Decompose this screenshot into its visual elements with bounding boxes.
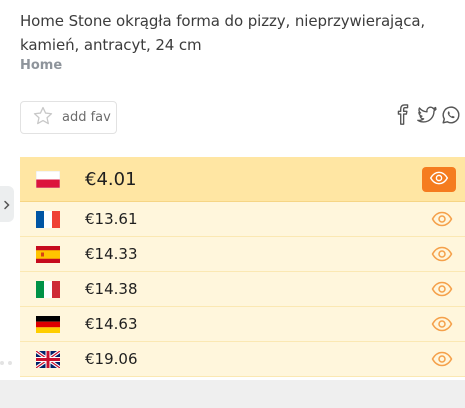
price-row[interactable]: €14.33: [20, 237, 465, 272]
view-offer-button[interactable]: [422, 166, 456, 192]
eye-icon[interactable]: [431, 246, 453, 262]
price-value: €14.63: [85, 315, 138, 333]
eye-icon[interactable]: [431, 351, 453, 367]
whatsapp-icon: [440, 104, 462, 130]
eye-icon[interactable]: [431, 316, 453, 332]
uk-flag-icon: [36, 350, 60, 368]
expand-panel-tab[interactable]: [0, 186, 14, 222]
price-value: €14.33: [85, 245, 138, 263]
eye-icon[interactable]: [431, 281, 453, 297]
france-flag-icon: [36, 210, 60, 228]
poland-flag-icon: [36, 170, 60, 188]
chevron-right-icon: [3, 195, 11, 214]
germany-flag-icon: [36, 315, 60, 333]
price-row[interactable]: €14.63: [20, 307, 465, 342]
carousel-dot[interactable]: [0, 361, 4, 365]
add-fav-label: add fav: [62, 110, 111, 125]
price-row[interactable]: €4.01: [20, 157, 465, 202]
price-value: €4.01: [85, 168, 137, 190]
carousel-dot[interactable]: [8, 361, 12, 365]
carousel-dots: [0, 361, 12, 365]
price-comparison-list: €4.01 €13.61 €14.33 €14.38 €14.63 €19.06: [20, 157, 465, 377]
page-bottom-band: [0, 380, 465, 408]
facebook-icon: [392, 104, 414, 130]
add-fav-button[interactable]: add fav: [20, 101, 117, 134]
twitter-icon: [416, 104, 438, 130]
price-row[interactable]: €13.61: [20, 202, 465, 237]
spain-flag-icon: [36, 245, 60, 263]
price-row[interactable]: €19.06: [20, 342, 465, 377]
star-icon: [32, 105, 54, 131]
eye-icon: [429, 170, 449, 189]
price-value: €13.61: [85, 210, 138, 228]
brand-link[interactable]: Home: [20, 58, 62, 73]
eye-icon[interactable]: [431, 211, 453, 227]
italy-flag-icon: [36, 280, 60, 298]
price-value: €14.38: [85, 280, 138, 298]
price-row[interactable]: €14.38: [20, 272, 465, 307]
price-value: €19.06: [85, 350, 138, 368]
facebook-share-button[interactable]: [392, 104, 414, 130]
whatsapp-share-button[interactable]: [440, 105, 462, 129]
product-title: Home Stone okrągła forma do pizzy, niepr…: [20, 12, 426, 54]
twitter-share-button[interactable]: [416, 105, 438, 129]
